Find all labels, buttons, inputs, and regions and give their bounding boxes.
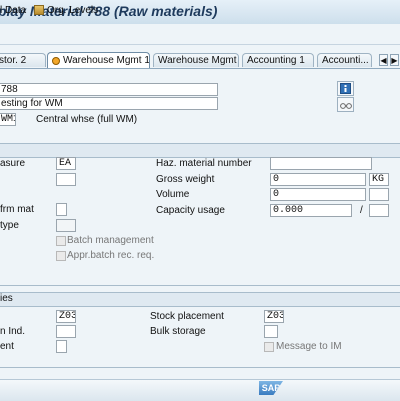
tab-scroll-left-button[interactable]: ◀ [379,54,388,66]
additional-data-button[interactable]: l Data [0,3,26,17]
capacity-usage-field[interactable]: 0.000 [270,204,352,217]
base-uom-label: asure [0,158,26,169]
tab-accounting-1[interactable]: Accounting 1 [242,53,314,67]
tab-warehouse-mgmt-2[interactable]: Warehouse Mgmt 2 [153,53,239,67]
panel-header [0,144,400,158]
appr-batch-label: Appr.batch rec. req. [67,250,155,261]
unit-field[interactable] [56,173,76,186]
display-glasses-button[interactable] [337,97,354,112]
tab-label: Accounti... [322,55,369,66]
storage-section-title: ies [0,293,13,304]
ent-label: ent [0,341,14,352]
org-levels-button[interactable]: Org. Levels [34,3,98,17]
type-field[interactable] [56,219,76,232]
gross-weight-label: Gross weight [156,174,215,185]
window-title: play Material 788 (Raw materials) [0,3,218,19]
ent-field[interactable] [56,340,67,353]
org-levels-icon [34,5,44,15]
material-number-field[interactable]: 788 [0,83,218,96]
tab-label: Warehouse Mgmt 2 [158,55,239,66]
stock-placement-field[interactable]: Z03 [264,310,284,323]
volume-unit-field[interactable] [369,188,389,201]
tab-accounting-2[interactable]: Accounti... [317,53,372,67]
ind-field[interactable] [56,325,76,338]
capacity-separator: / [360,205,363,216]
additional-data-label: l Data [0,4,27,16]
info-icon [340,83,351,94]
gross-weight-field[interactable]: 0 [270,173,366,186]
tab-label: Warehouse Mgmt 1 [63,55,150,66]
active-tab-icon [52,56,60,65]
status-bar [0,379,400,401]
glasses-icon [339,102,352,109]
info-button[interactable] [337,81,354,96]
haz-material-field[interactable] [270,157,372,170]
tab-label: stor. 2 [0,55,27,66]
volume-field[interactable]: 0 [270,188,366,201]
panel-header [0,293,400,307]
haz-material-label: Haz. material number [156,158,252,169]
material-description-field[interactable]: esting for WM [0,97,218,110]
ind-label: n Ind. [0,326,26,337]
capacity-usage-label: Capacity usage [156,205,225,216]
tab-label: Accounting 1 [247,55,305,66]
message-to-im-checkbox[interactable] [264,342,274,352]
stock-placement-label: Stock placement [150,311,224,322]
warehouse-number-field[interactable]: WM1 [0,113,16,126]
bulk-storage-field[interactable] [264,325,278,338]
message-to-im-label: Message to IM [276,341,342,352]
base-uom-field[interactable]: EA [56,157,76,170]
volume-label: Volume [156,189,190,200]
stock-removal-field[interactable]: Z03 [56,310,76,323]
batch-management-checkbox[interactable] [56,236,66,246]
appr-batch-checkbox[interactable] [56,251,66,261]
batch-management-label: Batch management [67,235,154,246]
capacity-unit-field[interactable] [369,204,389,217]
weight-unit-field[interactable]: KG [369,173,389,186]
tab-scroll-right-button[interactable]: ▶ [390,54,399,66]
type-label: type [0,220,19,231]
org-levels-label: Org. Levels [47,4,99,16]
tab-storage-2[interactable]: stor. 2 [0,53,46,67]
frm-mat-label: frm mat [0,204,34,215]
tab-warehouse-mgmt-1[interactable]: Warehouse Mgmt 1 [47,52,150,68]
frm-mat-field[interactable] [56,203,67,216]
application-toolbar [0,24,400,45]
bulk-storage-label: Bulk storage [150,326,206,337]
warehouse-description: Central whse (full WM) [36,114,138,125]
